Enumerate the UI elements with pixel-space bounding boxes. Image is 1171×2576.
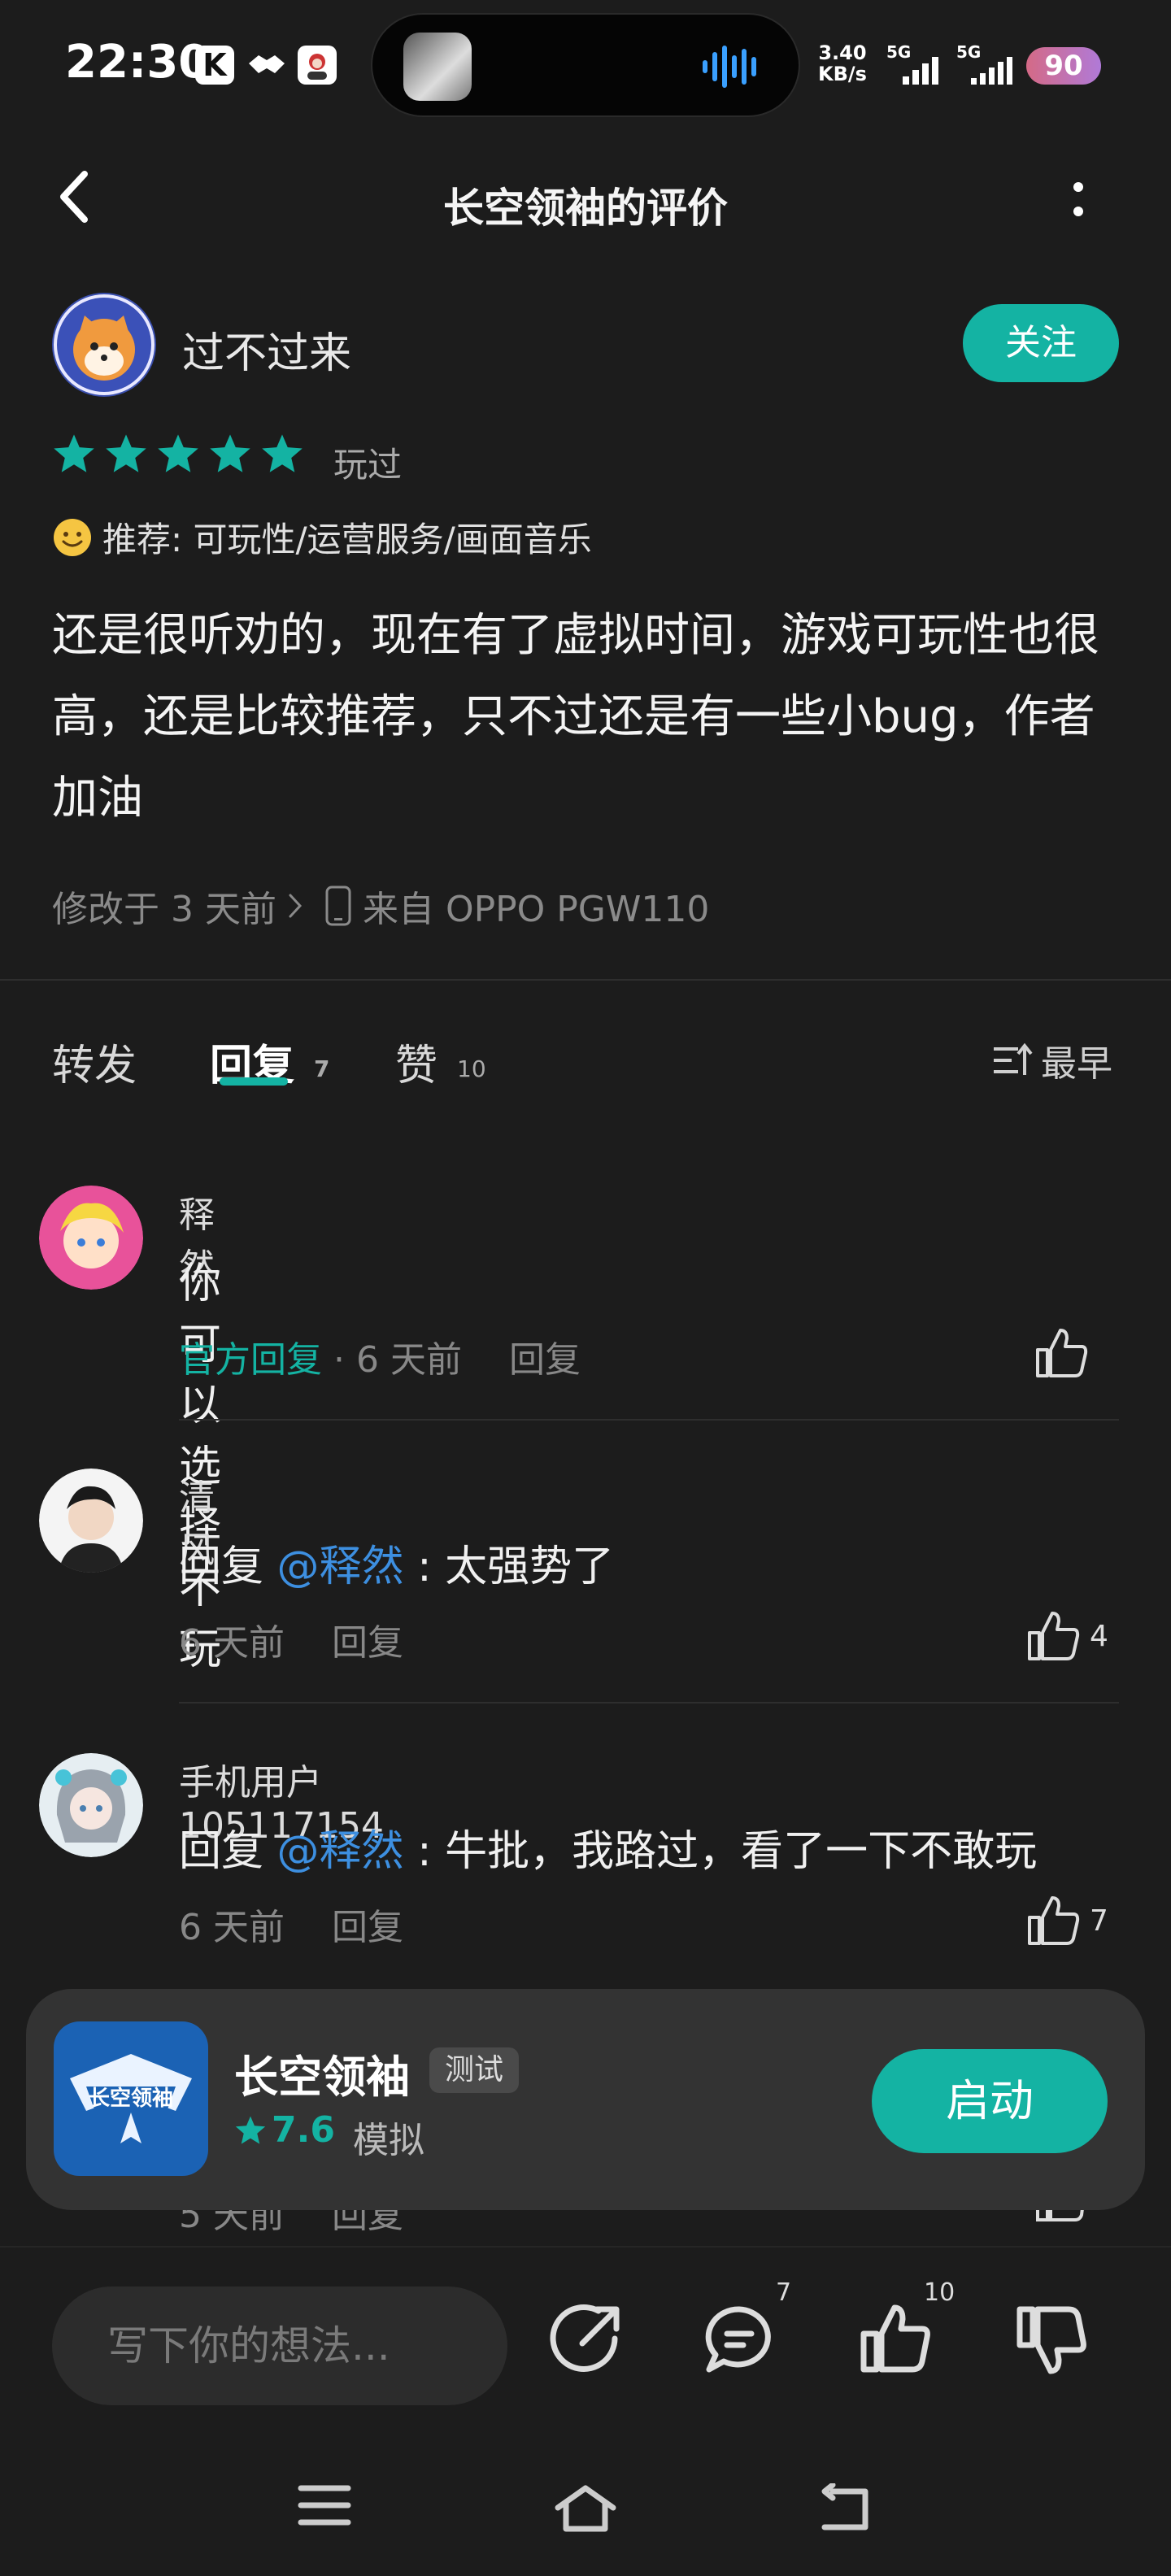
battery-indicator: 90 [1026, 47, 1101, 85]
bottom-action-bar: 写下你的想法... 7 10 [0, 2247, 1171, 2576]
like-count: 7 [1090, 1904, 1108, 1938]
follow-button[interactable]: 关注 [963, 304, 1119, 382]
like-count: 4 [1090, 1619, 1108, 1653]
net-speed-value: 3.40 [818, 41, 867, 64]
home-nav-icon[interactable] [553, 2483, 618, 2532]
comment-time: 6 天前 [179, 1907, 285, 1948]
net-speed-unit: KB/s [818, 63, 867, 85]
tab-count: 10 [457, 1055, 486, 1082]
star-icon [104, 433, 148, 475]
comment-count: 7 [776, 2278, 792, 2307]
page-title: 长空领袖的评价 [443, 185, 728, 232]
star-icon [208, 433, 252, 475]
comment-text: : 牛批，我路过，看了一下不敢玩 [403, 1827, 1038, 1876]
comment-meta: 6 天前 回复 [179, 1613, 403, 1665]
game-card[interactable]: 长空领袖 长空领袖 测试 7.6 模拟 启动 [26, 1989, 1145, 2210]
recommend-text: 推荐: 可玩性/运营服务/画面音乐 [102, 520, 592, 559]
more-vertical-icon[interactable] [1062, 179, 1095, 228]
avatar-notification-icon [298, 46, 337, 85]
comment-divider [179, 1702, 1119, 1704]
phone-icon [324, 886, 353, 926]
device-label: 来自 OPPO PGW110 [362, 889, 710, 930]
tab-count: 7 [314, 1055, 330, 1082]
comment-like-button[interactable]: 7 [1026, 1895, 1108, 1947]
comment-divider [179, 1419, 1119, 1421]
tab-label: 赞 [395, 1042, 438, 1090]
tab-likes[interactable]: 赞 10 [395, 1031, 486, 1092]
commenter-avatar[interactable] [39, 1469, 143, 1573]
commenter-avatar[interactable] [39, 1186, 143, 1290]
network-speed: 3.40 KB/s [818, 42, 867, 85]
dynamic-island[interactable] [371, 13, 800, 117]
mention-link[interactable]: @释然 [277, 1827, 404, 1876]
commenter-avatar[interactable] [39, 1753, 143, 1857]
reply-button[interactable]: 回复 [509, 1339, 581, 1381]
back-nav-icon[interactable] [816, 2483, 873, 2532]
comment-like-button[interactable]: 4 [1026, 1610, 1108, 1662]
reply-button[interactable]: 回复 [332, 1907, 403, 1948]
official-reply-badge: 官方回复 [179, 1339, 322, 1381]
review-meta: 修改于 3 天前 来自 OPPO PGW110 [52, 880, 709, 932]
test-badge: 测试 [429, 2047, 519, 2093]
rating-stars [52, 433, 304, 475]
game-rating: 7.6 [234, 2109, 335, 2151]
like-count: 10 [924, 2278, 956, 2307]
smile-emoji-icon [52, 517, 93, 558]
star-icon [156, 433, 200, 475]
comment-meta: 6 天前 回复 [179, 1898, 403, 1950]
author-name[interactable]: 过不过来 [182, 319, 351, 380]
comment-time: · 6 天前 [333, 1339, 462, 1381]
signal-icon [968, 57, 1016, 85]
like-button[interactable] [859, 2303, 932, 2376]
section-divider [0, 979, 1171, 981]
played-label: 玩过 [333, 445, 403, 485]
thumbs-up-icon [1026, 1895, 1082, 1947]
comment-like-button[interactable] [1034, 1327, 1090, 1379]
share-button[interactable] [550, 2303, 623, 2376]
comment-button[interactable] [703, 2303, 776, 2376]
author-avatar[interactable] [52, 293, 156, 397]
sort-icon [992, 1042, 1033, 1078]
rating-value: 7.6 [272, 2109, 335, 2151]
game-icon-label: 长空领袖 [89, 2086, 173, 2111]
comment-text-line: 回复 @释然 : 牛批，我路过，看了一下不敢玩 [179, 1817, 1037, 1878]
audio-wave-icon [701, 42, 766, 91]
comment-text: 你可以选择不玩 [179, 1260, 222, 1674]
chevron-right-icon [288, 893, 303, 919]
reply-prefix: 回复 [179, 1543, 277, 1591]
game-genre: 模拟 [353, 2120, 424, 2161]
comment-time: 6 天前 [179, 1622, 285, 1664]
tab-label: 转发 [52, 1042, 137, 1090]
reply-button[interactable]: 回复 [332, 1622, 403, 1664]
sort-button[interactable]: 最早 [992, 1034, 1112, 1086]
thumbs-up-icon [1034, 1327, 1090, 1379]
dislike-button[interactable] [1015, 2303, 1088, 2376]
comment-meta: 官方回复 · 6 天前 回复 [179, 1330, 581, 1382]
thumbs-up-icon [1026, 1610, 1082, 1662]
media-thumbnail [403, 33, 472, 101]
signal-icon [901, 57, 943, 85]
reply-prefix: 回复 [179, 1827, 277, 1876]
active-tab-indicator [220, 1077, 288, 1086]
sort-label: 最早 [1041, 1043, 1112, 1085]
star-icon [52, 433, 96, 475]
mention-link[interactable]: @释然 [277, 1543, 404, 1591]
comment-text: : 太强势了 [403, 1543, 615, 1591]
comment-input[interactable]: 写下你的想法... [52, 2287, 507, 2405]
game-icon[interactable]: 长空领袖 [54, 2021, 208, 2176]
launch-button[interactable]: 启动 [872, 2049, 1108, 2153]
status-bar: 22:30 K 3.40 KB/s 5G 5G 90 [0, 0, 1171, 130]
handshake-icon [246, 46, 288, 85]
modified-link[interactable]: 修改于 3 天前 [52, 880, 276, 932]
comment-text-line: 回复 @释然 : 太强势了 [179, 1532, 614, 1593]
tab-forward[interactable]: 转发 [52, 1031, 137, 1092]
recommend-line: 推荐: 可玩性/运营服务/画面音乐 [52, 512, 592, 562]
k-app-icon: K [195, 46, 234, 85]
star-icon [234, 2115, 267, 2146]
status-time: 22:30 [65, 36, 211, 89]
star-icon [260, 433, 304, 475]
review-content: 还是很听劝的，现在有了虚拟时间，游戏可玩性也很高，还是比较推荐，只不过还是有一些… [52, 609, 1099, 825]
game-name: 长空领袖 [234, 2052, 410, 2103]
menu-nav-icon[interactable] [298, 2483, 351, 2527]
